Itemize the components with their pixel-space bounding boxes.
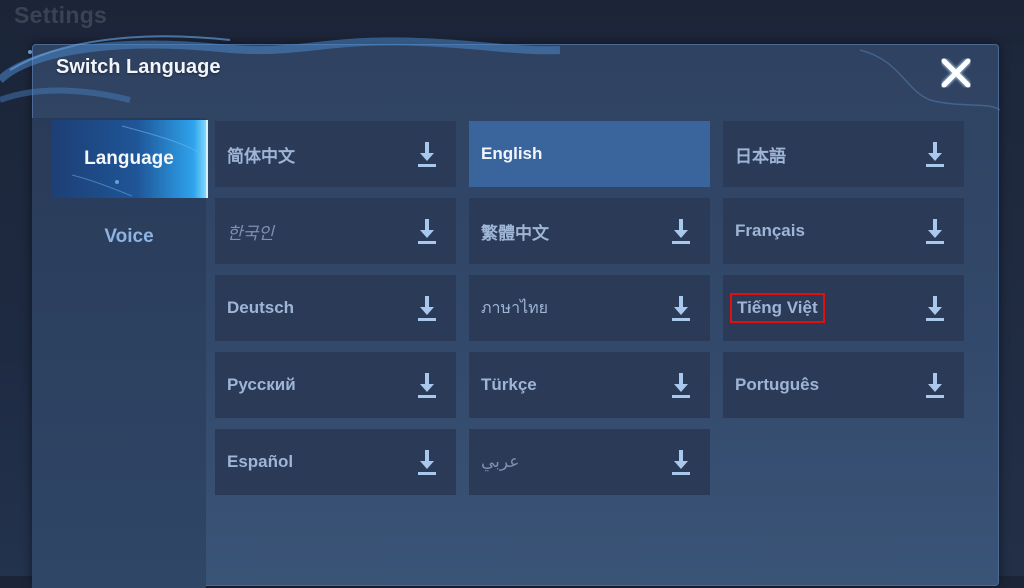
- tab-voice[interactable]: Voice: [52, 198, 206, 276]
- language-label: 简体中文: [227, 146, 295, 166]
- language-label: Français: [735, 221, 805, 240]
- settings-background-title: Settings: [14, 2, 108, 28]
- language-label: 日本語: [735, 146, 786, 166]
- language-label: Русский: [227, 375, 296, 394]
- download-icon[interactable]: [671, 371, 691, 399]
- language-option-vietnamese[interactable]: Tiếng Việt: [723, 275, 964, 341]
- language-option-english[interactable]: English: [469, 121, 710, 187]
- language-label: Türkçe: [481, 375, 537, 394]
- download-icon[interactable]: [417, 294, 437, 322]
- sidebar: Language Voice: [32, 118, 208, 588]
- language-label: 한국인: [227, 223, 274, 243]
- language-option-thai[interactable]: ภาษาไทย: [469, 275, 710, 341]
- language-label: 繁體中文: [481, 223, 549, 243]
- language-option-korean[interactable]: 한국인: [215, 198, 456, 264]
- language-label: Tiếng Việt: [730, 293, 825, 323]
- language-option-portuguese[interactable]: Português: [723, 352, 964, 418]
- language-option-traditional-chinese[interactable]: 繁體中文: [469, 198, 710, 264]
- download-icon[interactable]: [925, 294, 945, 322]
- dialog-title: Switch Language: [56, 56, 221, 78]
- download-icon[interactable]: [925, 217, 945, 245]
- language-label: Português: [735, 375, 820, 394]
- background-edge: [996, 44, 1024, 576]
- download-icon[interactable]: [671, 448, 691, 476]
- download-icon[interactable]: [417, 371, 437, 399]
- language-option-arabic[interactable]: عربي: [469, 429, 710, 495]
- language-option-french[interactable]: Français: [723, 198, 964, 264]
- language-option-simplified-chinese[interactable]: 简体中文: [215, 121, 456, 187]
- download-icon[interactable]: [417, 448, 437, 476]
- language-option-japanese[interactable]: 日本語: [723, 121, 964, 187]
- language-label: ภาษาไทย: [481, 299, 549, 317]
- download-icon[interactable]: [671, 294, 691, 322]
- language-option-spanish[interactable]: Español: [215, 429, 456, 495]
- tab-language[interactable]: Language: [52, 120, 208, 198]
- language-label: English: [481, 144, 543, 163]
- language-label: Deutsch: [227, 298, 295, 317]
- download-icon[interactable]: [925, 371, 945, 399]
- language-label: Español: [227, 452, 294, 471]
- language-option-german[interactable]: Deutsch: [215, 275, 456, 341]
- language-option-russian[interactable]: Русский: [215, 352, 456, 418]
- language-option-turkish[interactable]: Türkçe: [469, 352, 710, 418]
- close-button[interactable]: [936, 53, 976, 93]
- download-icon[interactable]: [671, 217, 691, 245]
- tab-language-label: Language: [84, 148, 174, 169]
- download-icon[interactable]: [417, 217, 437, 245]
- download-icon[interactable]: [925, 140, 945, 168]
- language-grid: 简体中文 English 日本語 한국인 繁體中文 Français Deuts…: [215, 121, 964, 495]
- download-icon[interactable]: [417, 140, 437, 168]
- tab-voice-label: Voice: [104, 226, 154, 247]
- language-label: عربي: [481, 452, 520, 471]
- close-x-icon: [940, 57, 972, 89]
